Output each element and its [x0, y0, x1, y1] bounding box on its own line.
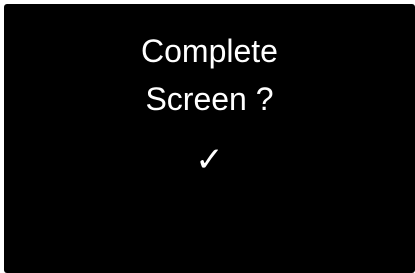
- prompt-title-line-2: Screen ?: [145, 81, 274, 117]
- complete-screen-prompt: Complete Screen ? ✓: [4, 4, 415, 273]
- prompt-title-line-1: Complete: [141, 33, 278, 69]
- checkmark-icon[interactable]: ✓: [4, 140, 415, 180]
